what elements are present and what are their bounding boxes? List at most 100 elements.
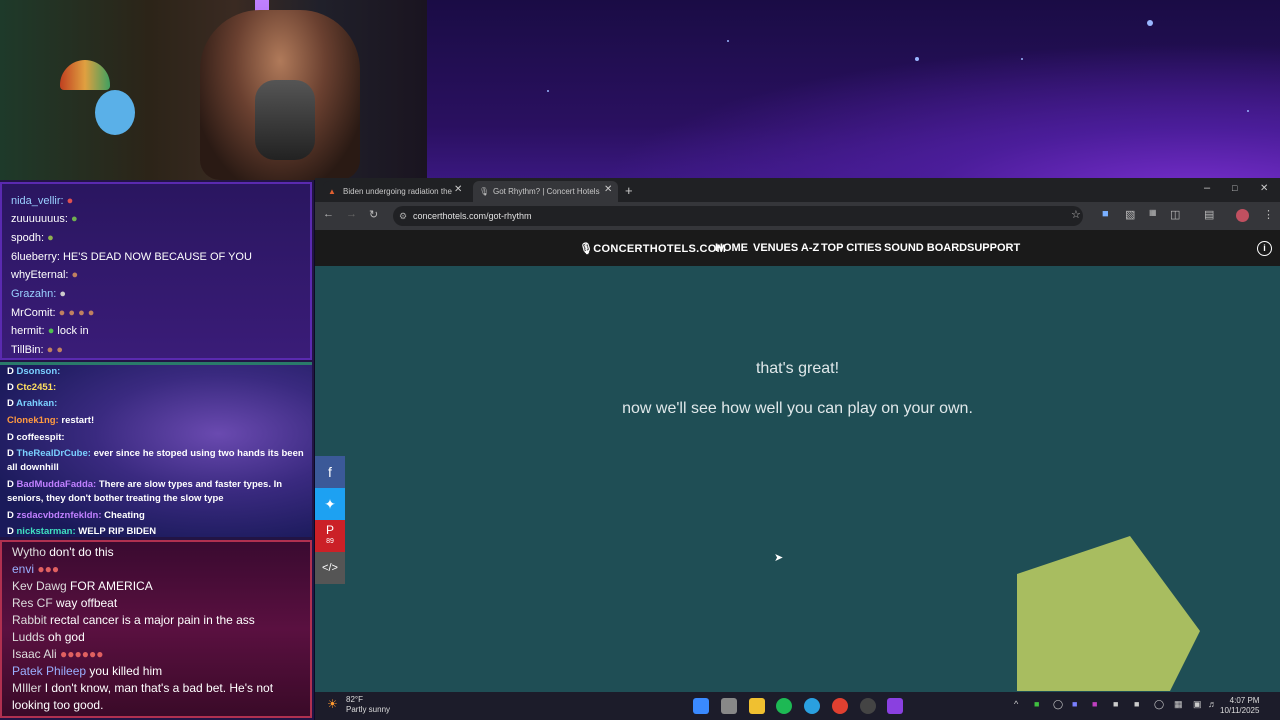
extension-icon[interactable]: ▧: [1125, 208, 1135, 221]
tab-bar: ▲ Biden undergoing radiation the ✕ 🎙 Got…: [315, 178, 1280, 202]
minimize-icon[interactable]: –: [1204, 182, 1210, 194]
nav-sound-board[interactable]: SOUND BOARD: [884, 242, 967, 254]
tray-icon[interactable]: ▦: [1174, 699, 1183, 710]
twitter-icon[interactable]: ✦: [315, 488, 345, 520]
tray-icon[interactable]: ■: [1134, 699, 1139, 709]
reload-icon[interactable]: ↻: [369, 208, 378, 221]
tab-label: Got Rhythm? | Concert Hotels: [493, 187, 600, 196]
spotify-icon[interactable]: [776, 698, 792, 714]
browser-window: ▲ Biden undergoing radiation the ✕ 🎙 Got…: [315, 178, 1280, 692]
back-icon[interactable]: ←: [323, 208, 334, 220]
chat-username: Clonek1ng:: [7, 415, 59, 426]
chat-username: Ctc2451:: [16, 382, 57, 393]
app-icon[interactable]: [887, 698, 903, 714]
obs-icon[interactable]: [860, 698, 876, 714]
pinterest-count: 89: [326, 538, 334, 545]
clock-time: 4:07 PM: [1229, 696, 1260, 705]
close-icon[interactable]: ✕: [454, 184, 462, 195]
profile-avatar[interactable]: [1236, 209, 1249, 222]
forward-icon[interactable]: →: [346, 208, 357, 220]
chat-username: Dsonson:: [16, 366, 61, 377]
extension-icon[interactable]: ▦: [1149, 208, 1157, 217]
tray-icon[interactable]: ■: [1092, 699, 1097, 709]
bookmark-star-icon[interactable]: ☆: [1071, 208, 1081, 221]
chat-username: coffeespit:: [16, 432, 65, 443]
close-icon[interactable]: ✕: [604, 184, 612, 195]
clock-date: 10/11/2025: [1220, 706, 1260, 715]
game-area[interactable]: that's great! now we'll see how well you…: [315, 266, 1280, 692]
menu-dots-icon[interactable]: ⋮: [1263, 208, 1274, 221]
chat-username: zsdacvbdznfekldn:: [16, 510, 102, 521]
logo-text: CONCERTHOTELS.COM: [593, 243, 727, 255]
chat-message: ever since he stoped using two hands its…: [93, 448, 304, 459]
tray-expand-icon[interactable]: ^: [1014, 699, 1018, 709]
chat-message: you killed him: [89, 664, 163, 678]
weather-temp: 82°F: [346, 695, 363, 704]
chat-message: looking too good.: [12, 698, 104, 712]
chat-message: restart!: [61, 415, 95, 426]
chat-username: TheRealDrCube:: [16, 448, 91, 459]
weather-widget[interactable]: ☀ 82°F Partly sunny: [327, 695, 390, 715]
embed-code-icon[interactable]: </>: [315, 552, 345, 584]
chat-username: Isaac Ali: [12, 647, 57, 661]
tab-got-rhythm[interactable]: 🎙 Got Rhythm? | Concert Hotels: [473, 181, 618, 202]
new-tab-icon[interactable]: +: [625, 183, 633, 198]
chat-username: Grazahn:: [11, 288, 57, 300]
chat-message: rectal cancer is a major pain in the ass: [50, 613, 255, 627]
tray-icon[interactable]: ■: [1072, 699, 1077, 709]
volume-icon[interactable]: ♬: [1208, 699, 1217, 709]
chat-username: MIller: [12, 681, 42, 695]
info-icon[interactable]: i: [1257, 241, 1272, 256]
tray-icon[interactable]: ◯: [1053, 699, 1063, 710]
chat-message: There are slow types and faster types. I…: [98, 479, 283, 490]
chat-username: Res CF: [12, 596, 53, 610]
chat-username: Rabbit: [12, 613, 47, 627]
chat-username: envi: [12, 562, 35, 576]
chat-username: Ludds: [12, 630, 45, 644]
chat-username: Patek Phileep: [12, 664, 87, 678]
chat-bottom-section: Wytho don't do this envi ●●● Kev Dawg FO…: [0, 540, 312, 718]
pinterest-icon[interactable]: P 89: [315, 520, 345, 552]
extension-icon[interactable]: ■: [1102, 208, 1109, 220]
site-info-icon[interactable]: ⚙: [399, 206, 407, 226]
chat-username: zuuuuuuus:: [11, 213, 68, 225]
url-text: concerthotels.com/got-rhythm: [413, 211, 532, 221]
site-logo[interactable]: 🎙CONCERTHOTELS.COM: [579, 242, 726, 255]
chat-top-section: nida_vellir: ● zuuuuuuus: ● spodh: ● 6lu…: [0, 182, 312, 360]
rhythm-pentagon[interactable]: [1015, 536, 1205, 691]
chat-message: all downhill: [7, 462, 59, 473]
clock[interactable]: 4:07 PM 10/11/2025: [1220, 696, 1259, 716]
tray-icon[interactable]: ■: [1113, 699, 1118, 709]
edge-icon[interactable]: [804, 698, 820, 714]
chat-message: oh god: [48, 630, 85, 644]
start-icon[interactable]: [693, 698, 709, 714]
game-message-secondary: now we'll see how well you can play on y…: [622, 400, 973, 417]
sun-icon: ☀: [327, 697, 338, 711]
restore-icon[interactable]: □: [1232, 183, 1237, 193]
facebook-icon[interactable]: f: [315, 456, 345, 488]
lamp-decoration: [60, 60, 110, 90]
chat-username: BadMuddaFadda:: [16, 479, 97, 490]
window-close-icon[interactable]: ✕: [1260, 183, 1268, 194]
task-view-icon[interactable]: [721, 698, 737, 714]
site-header: 🎙CONCERTHOTELS.COM HOME VENUES A-Z TOP C…: [315, 230, 1280, 266]
nav-top-cities[interactable]: TOP CITIES: [821, 242, 882, 254]
tab-biden[interactable]: ▲ Biden undergoing radiation the: [323, 181, 468, 202]
tray-icon[interactable]: ◯: [1154, 699, 1164, 710]
chat-middle-section: D Dsonson: D Ctc2451: D Arahkan: Clonek1…: [0, 362, 312, 537]
chat-message: Cheating: [104, 510, 145, 521]
nav-support[interactable]: SUPPORT: [967, 242, 1020, 254]
nav-venues[interactable]: VENUES A-Z: [753, 242, 819, 254]
network-icon[interactable]: ▣: [1193, 699, 1202, 710]
file-explorer-icon[interactable]: [749, 698, 765, 714]
extensions-puzzle-icon[interactable]: ◫: [1170, 208, 1180, 221]
chat-message: way offbeat: [56, 596, 118, 610]
chat-message: don't do this: [49, 545, 114, 559]
share-bar: f ✦ P 89 </>: [315, 456, 345, 584]
sidebar-icon[interactable]: ▤: [1204, 208, 1214, 221]
tray-icon[interactable]: ■: [1034, 699, 1039, 709]
nav-home[interactable]: HOME: [715, 242, 748, 254]
chat-username: spodh:: [11, 232, 45, 244]
chrome-icon[interactable]: [832, 698, 848, 714]
url-field[interactable]: ⚙ concerthotels.com/got-rhythm: [393, 206, 1083, 226]
